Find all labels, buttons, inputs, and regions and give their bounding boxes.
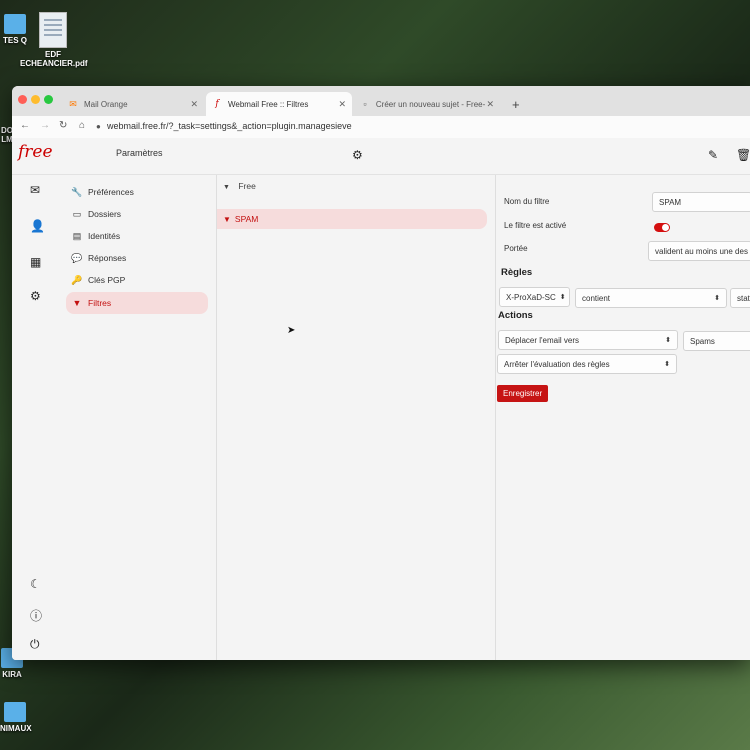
logout-power-icon[interactable]: ⏻ xyxy=(30,637,40,652)
select-arrows-icon: ⬍ xyxy=(559,294,566,301)
rule-value-input[interactable]: stat xyxy=(730,288,750,308)
free-logo-icon: f xyxy=(215,99,219,109)
url-field[interactable]: webmail.free.fr/?_task=settings&_action=… xyxy=(107,121,352,131)
tab-bar: ✉ Mail Orange ✕ f Webmail Free :: Filtre… xyxy=(12,86,750,116)
browser-window: ✉ Mail Orange ✕ f Webmail Free :: Filtre… xyxy=(12,86,750,660)
wrench-icon: 🔧 xyxy=(71,186,83,197)
settings-item-filters[interactable]: ▼ Filtres xyxy=(66,292,208,314)
calendar-icon[interactable]: ▦ xyxy=(30,255,41,269)
folder-icon xyxy=(4,702,26,722)
scope-label: Portée xyxy=(504,244,528,253)
filter-editor: Nom du filtre SPAM Le filtre est activé … xyxy=(496,175,750,660)
action-stop-select[interactable]: Arrêter l'évaluation des règles ⬍ xyxy=(497,354,677,374)
close-tab-icon[interactable]: ✕ xyxy=(190,99,198,110)
settings-item-pgp-keys[interactable]: 🔑 Clés PGP xyxy=(66,269,208,291)
settings-nav: 🔧 Préférences ▭ Dossiers ▤ Identités 💬 R… xyxy=(64,175,217,660)
active-label: Le filtre est activé xyxy=(504,221,567,230)
actions-title: Actions xyxy=(498,310,533,321)
desktop-icon-edf-pdf[interactable]: EDF ECHEANCIER.pdf xyxy=(20,12,88,68)
scope-select[interactable]: valident au moins une des xyxy=(648,241,750,261)
minimize-window-button[interactable] xyxy=(31,95,40,104)
rule-operator-select[interactable]: contient ⬍ xyxy=(575,288,727,308)
id-card-icon: ▤ xyxy=(72,230,82,241)
new-tab-button[interactable]: + xyxy=(506,92,526,116)
close-window-button[interactable] xyxy=(18,95,27,104)
mouse-cursor: ➤ xyxy=(287,325,296,336)
home-icon[interactable]: ⌂ xyxy=(79,120,85,131)
filter-name-label: Nom du filtre xyxy=(504,197,550,206)
folder-icon: ▭ xyxy=(72,208,82,219)
gear-icon[interactable]: ⚙ xyxy=(352,148,363,162)
webmail-app: free Paramètres ⚙ ✎ 🗑 ✉ 👤 ▦ ⚙ ☾ ⓘ ⏻ 🔧 Pr… xyxy=(12,138,750,660)
trash-icon[interactable]: 🗑 xyxy=(736,148,750,162)
filter-icon: ▼ xyxy=(223,214,231,224)
back-icon[interactable]: ← xyxy=(20,120,30,131)
key-icon: 🔑 xyxy=(71,274,83,285)
settings-item-folders[interactable]: ▭ Dossiers xyxy=(66,203,208,225)
app-header: free Paramètres ⚙ ✎ 🗑 xyxy=(12,138,750,175)
select-arrows-icon: ⬍ xyxy=(664,361,670,368)
filters-list-panel: ▼ Free ▼ SPAM ➤ xyxy=(217,175,496,660)
settings-item-identities[interactable]: ▤ Identités xyxy=(66,225,208,247)
select-arrows-icon: ⬍ xyxy=(714,295,720,302)
page-icon: ▫ xyxy=(363,99,367,109)
dark-mode-moon-icon[interactable]: ☾ xyxy=(30,577,41,591)
rule-header-select[interactable]: X-ProXaD-SC ⬍ xyxy=(499,287,570,307)
settings-item-preferences[interactable]: 🔧 Préférences xyxy=(66,181,208,203)
filter-active-toggle[interactable] xyxy=(654,223,670,232)
main-nav-rail: ✉ 👤 ▦ ⚙ ☾ ⓘ ⏻ xyxy=(12,175,65,660)
settings-item-responses[interactable]: 💬 Réponses xyxy=(66,247,208,269)
page-title: Paramètres xyxy=(116,148,163,158)
action-target-folder-select[interactable]: Spams xyxy=(683,331,750,351)
tab-webmail-free[interactable]: f Webmail Free :: Filtres ✕ xyxy=(206,92,352,116)
filter-icon: ▼ xyxy=(72,298,82,308)
action-move-select[interactable]: Déplacer l'email vers ⬍ xyxy=(498,330,678,350)
contacts-icon[interactable]: 👤 xyxy=(30,219,45,233)
compose-icon[interactable]: ✎ xyxy=(708,148,718,162)
close-tab-icon[interactable]: ✕ xyxy=(486,99,494,110)
speech-bubble-icon: 💬 xyxy=(71,252,83,263)
filter-set-header[interactable]: ▼ Free xyxy=(223,181,256,191)
select-arrows-icon: ⬍ xyxy=(665,337,671,344)
free-logo[interactable]: free xyxy=(18,142,53,162)
pdf-file-icon xyxy=(39,12,67,48)
maximize-window-button[interactable] xyxy=(44,95,53,104)
lock-icon: ● xyxy=(96,122,101,131)
close-tab-icon[interactable]: ✕ xyxy=(338,99,346,110)
filter-row-spam[interactable]: ▼ SPAM xyxy=(217,209,487,229)
chevron-down-icon: ▼ xyxy=(223,184,230,191)
mail-icon[interactable]: ✉ xyxy=(30,183,40,197)
tab-mail-orange[interactable]: ✉ Mail Orange ✕ xyxy=(62,92,204,116)
forward-icon[interactable]: → xyxy=(40,120,50,131)
reload-icon[interactable]: ↻ xyxy=(59,120,67,131)
settings-icon[interactable]: ⚙ xyxy=(30,289,41,303)
info-icon[interactable]: ⓘ xyxy=(30,607,42,624)
orange-mail-icon: ✉ xyxy=(69,98,77,109)
desktop-icon-nimaux[interactable]: NIMAUX xyxy=(0,702,32,733)
filter-name-input[interactable]: SPAM xyxy=(652,192,750,212)
address-bar-row: ← → ↻ ⌂ ● webmail.free.fr/?_task=setting… xyxy=(12,116,750,139)
save-button[interactable]: Enregistrer xyxy=(497,385,549,402)
tab-creer-sujet[interactable]: ▫ Créer un nouveau sujet - Free- ✕ xyxy=(354,92,500,116)
rules-title: Règles xyxy=(501,267,533,278)
